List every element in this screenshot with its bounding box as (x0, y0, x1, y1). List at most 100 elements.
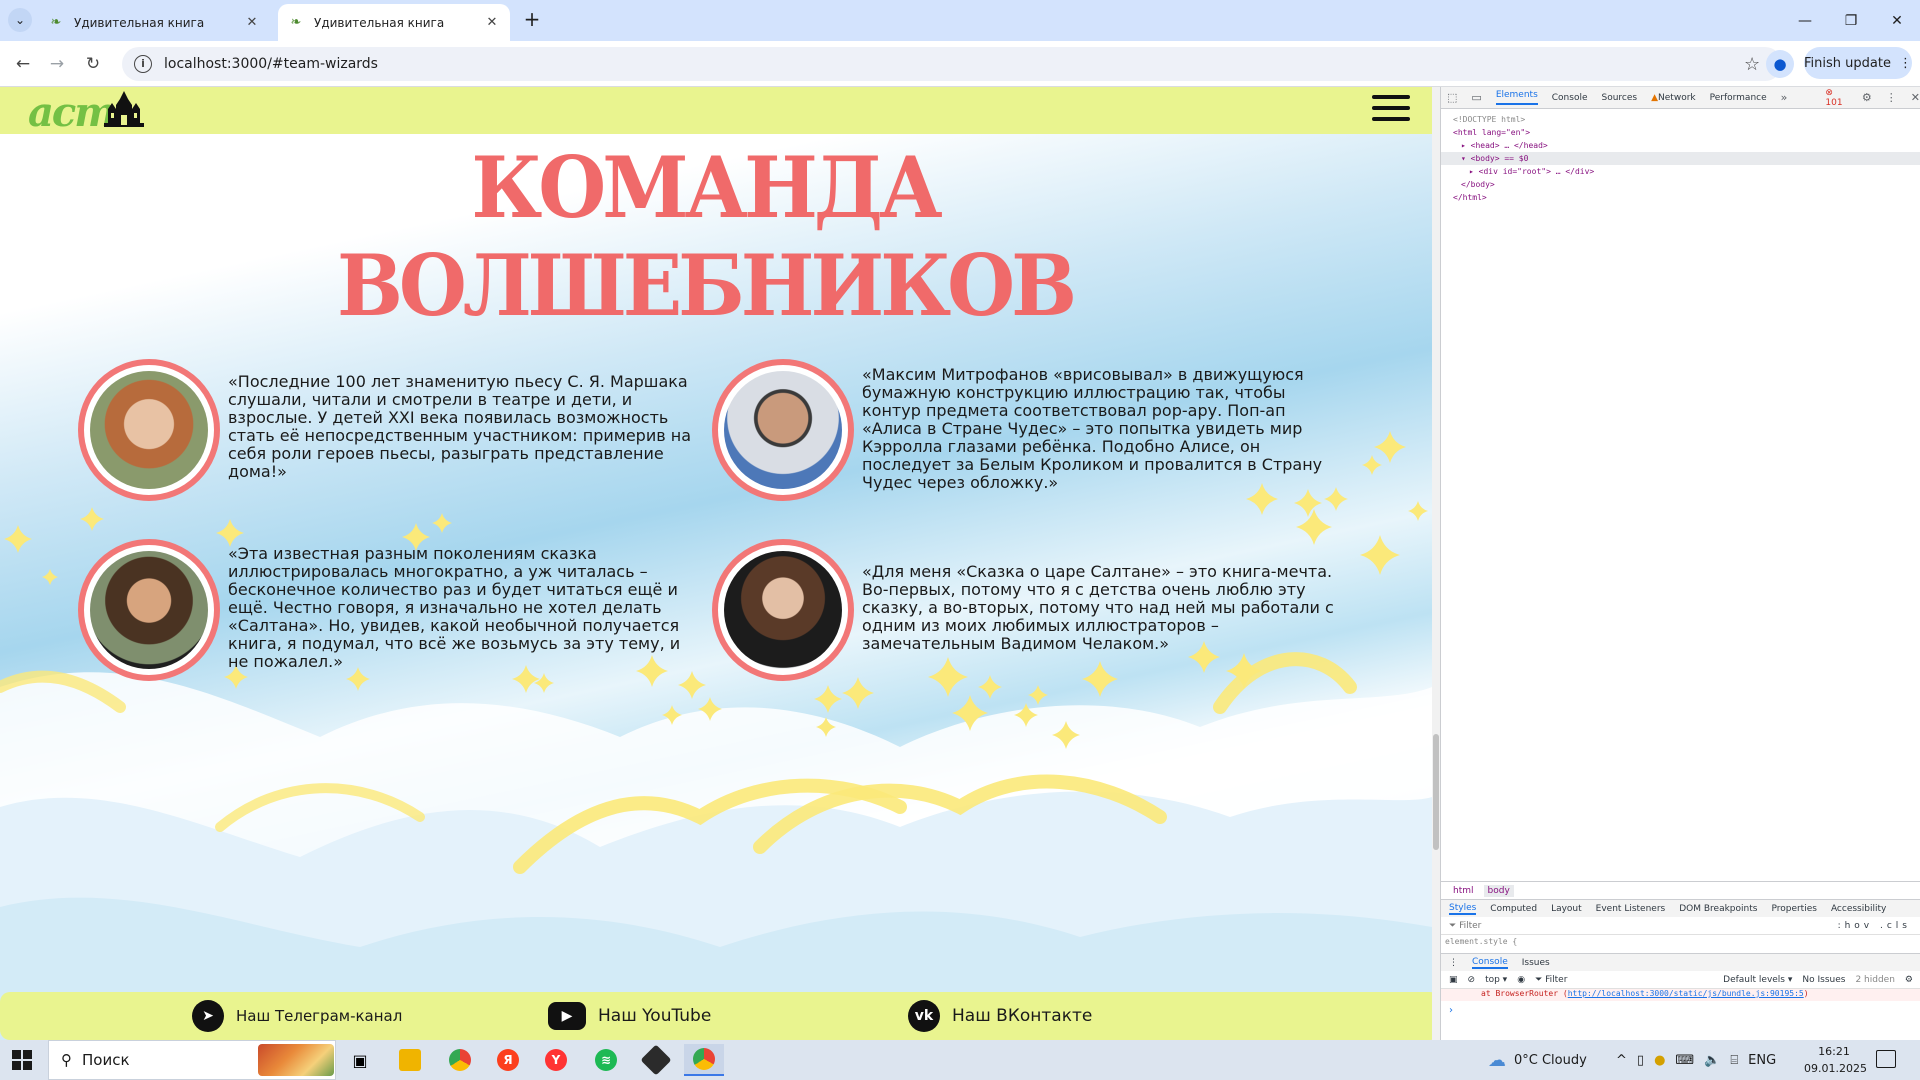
sparkle-star (534, 673, 554, 693)
devtools-panel: ⬚ ▭ Elements Console Sources ▲Network Pe… (1440, 87, 1920, 1040)
restore-icon[interactable]: ❐ (1828, 0, 1874, 41)
castle-logo-icon[interactable] (100, 89, 148, 131)
chrome-icon[interactable] (440, 1044, 480, 1076)
reload-icon[interactable]: ↻ (80, 51, 106, 77)
close-tab-icon[interactable]: ✕ (484, 15, 500, 30)
weather-widget[interactable]: ☁ 0°C Cloudy (1488, 1040, 1587, 1080)
dom-root-div[interactable]: ▸ <div id="root"> … </div> (1453, 165, 1920, 178)
error-source-link[interactable]: http://localhost:3000/static/js/bundle.j… (1568, 989, 1804, 998)
sparkle-star (1082, 661, 1118, 697)
tab-elements[interactable]: Elements (1495, 90, 1538, 105)
inspect-element-icon[interactable]: ⬚ (1447, 91, 1457, 104)
address-bar[interactable]: i localhost:3000/#team-wizards ☆ (122, 47, 1782, 81)
dom-head-text: <head> … </head> (1470, 141, 1548, 150)
console-prompt-icon[interactable]: › (1449, 1005, 1453, 1016)
telegram-label: Наш Телеграм-канал (236, 1007, 403, 1025)
styles-filter[interactable]: ⏷ Filter :hov .cls (1441, 917, 1920, 935)
styles-filter-tools[interactable]: :hov .cls (1838, 921, 1920, 931)
dom-head[interactable]: ▸ <head> … </head> (1453, 139, 1920, 152)
close-window-icon[interactable]: ✕ (1874, 0, 1920, 41)
live-expression-icon[interactable]: ◉ (1517, 975, 1525, 985)
notifications-icon[interactable] (1876, 1050, 1896, 1068)
taskbar-clock[interactable]: 16:21 09.01.2025 (1804, 1043, 1867, 1077)
console-filter-input[interactable]: ⏷ Filter (1535, 975, 1567, 985)
element-style-rule[interactable]: element.style { (1445, 937, 1517, 946)
sparkle-star (1028, 685, 1048, 705)
tray-device-icon[interactable]: ▯ (1637, 1053, 1644, 1068)
levels-dropdown[interactable]: Default levels ▾ (1723, 975, 1792, 985)
system-tray-icons: ^ ▯ ● ⌨ 🔈 ⌸ ENG (1616, 1040, 1776, 1080)
keyboard-icon[interactable]: ⌸ (1730, 1053, 1738, 1068)
error-count-badge[interactable]: ⊗ 101 (1825, 88, 1848, 108)
yandex-app-icon[interactable]: Y (536, 1044, 576, 1076)
browser-tab-1[interactable]: ❧ Удивительная книга ✕ (38, 4, 270, 41)
drawer-menu-icon[interactable]: ⋮ (1449, 958, 1458, 968)
profile-avatar-icon[interactable]: ● (1766, 50, 1794, 78)
language-indicator[interactable]: ENG (1748, 1053, 1776, 1068)
tab-console[interactable]: Console (1552, 93, 1588, 103)
device-toggle-icon[interactable]: ▭ (1471, 91, 1481, 104)
tab-accessibility[interactable]: Accessibility (1831, 904, 1886, 914)
yandex-browser-icon[interactable]: Я (488, 1044, 528, 1076)
file-explorer-icon[interactable] (390, 1044, 430, 1076)
tab-sources[interactable]: Sources (1602, 93, 1638, 103)
scrollbar-thumb[interactable] (1433, 734, 1439, 850)
forward-arrow-icon[interactable]: → (44, 51, 70, 77)
tab-search-button[interactable]: ⌄ (8, 8, 32, 32)
dom-body-close[interactable]: </body> (1453, 178, 1920, 191)
more-tabs-icon[interactable]: » (1781, 91, 1788, 104)
tray-app-icon[interactable]: ● (1654, 1053, 1665, 1068)
bookmark-star-icon[interactable]: ☆ (1744, 54, 1768, 75)
context-select[interactable]: top ▾ (1485, 975, 1507, 985)
console-settings-icon[interactable]: ⚙ (1905, 975, 1920, 985)
drawer-tab-console[interactable]: Console (1472, 957, 1508, 969)
dom-root-text: <div id="root"> … </div> (1478, 167, 1595, 176)
crumb-body[interactable]: body (1483, 884, 1514, 897)
dom-doctype[interactable]: <!DOCTYPE html> (1453, 113, 1920, 126)
filter-icon: ⏷ (1449, 920, 1460, 931)
volume-icon[interactable]: 🔈 (1704, 1053, 1720, 1068)
crumb-html[interactable]: html (1449, 885, 1478, 897)
finish-update-button[interactable]: Finish update ⋮ (1804, 47, 1912, 79)
dom-html-open[interactable]: <html lang="en"> (1453, 126, 1920, 139)
settings-gear-icon[interactable]: ⚙ (1862, 91, 1872, 104)
dom-html-close[interactable]: </html> (1453, 191, 1920, 204)
task-view-icon[interactable]: ▣ (340, 1044, 380, 1076)
new-tab-button[interactable]: + (520, 8, 544, 32)
tab-event-listeners[interactable]: Event Listeners (1596, 904, 1666, 914)
back-arrow-icon[interactable]: ← (10, 51, 36, 77)
tab-network[interactable]: ▲Network (1651, 93, 1696, 103)
git-app-icon[interactable] (636, 1044, 676, 1076)
windows-start-icon[interactable] (12, 1050, 32, 1070)
sparkle-star (1360, 535, 1400, 575)
tab-layout[interactable]: Layout (1551, 904, 1582, 914)
youtube-link[interactable]: ▶ Наш YouTube (548, 1002, 711, 1030)
minimize-icon[interactable]: — (1782, 0, 1828, 41)
menu-hamburger-icon[interactable] (1372, 95, 1410, 125)
spotify-icon[interactable]: ≋ (586, 1044, 626, 1076)
site-info-icon[interactable]: i (134, 55, 152, 73)
tray-overflow-icon[interactable]: ^ (1616, 1053, 1627, 1068)
tab-properties[interactable]: Properties (1771, 904, 1816, 914)
clear-console-icon[interactable]: ⊘ (1468, 975, 1476, 985)
dom-body-open[interactable]: ▾ <body> == $0 (1441, 152, 1920, 165)
search-icon: ⚲ (61, 1051, 72, 1069)
browser-tab-2[interactable]: ❧ Удивительная книга ✕ (278, 4, 510, 41)
tab-performance[interactable]: Performance (1710, 93, 1767, 103)
tab-styles[interactable]: Styles (1449, 903, 1477, 915)
vk-link[interactable]: vk Наш ВКонтакте (908, 1000, 1092, 1032)
tab-dom-breakpoints[interactable]: DOM Breakpoints (1679, 904, 1757, 914)
sidebar-toggle-icon[interactable]: ▣ (1449, 975, 1458, 985)
drawer-tab-issues[interactable]: Issues (1522, 958, 1550, 968)
close-tab-icon[interactable]: ✕ (244, 15, 260, 30)
page-scrollbar[interactable] (1432, 87, 1440, 1040)
sparkle-star (842, 677, 874, 709)
team-member-photo (712, 539, 854, 681)
tray-network-icon[interactable]: ⌨ (1675, 1053, 1694, 1068)
tab-computed[interactable]: Computed (1490, 904, 1537, 914)
devtools-menu-icon[interactable]: ⋮ (1886, 91, 1897, 104)
more-menu-icon[interactable]: ⋮ (1899, 56, 1912, 71)
telegram-link[interactable]: ➤ Наш Телеграм-канал (192, 1000, 402, 1032)
close-devtools-icon[interactable]: ✕ (1911, 91, 1920, 104)
chrome-active-icon[interactable] (684, 1044, 724, 1076)
